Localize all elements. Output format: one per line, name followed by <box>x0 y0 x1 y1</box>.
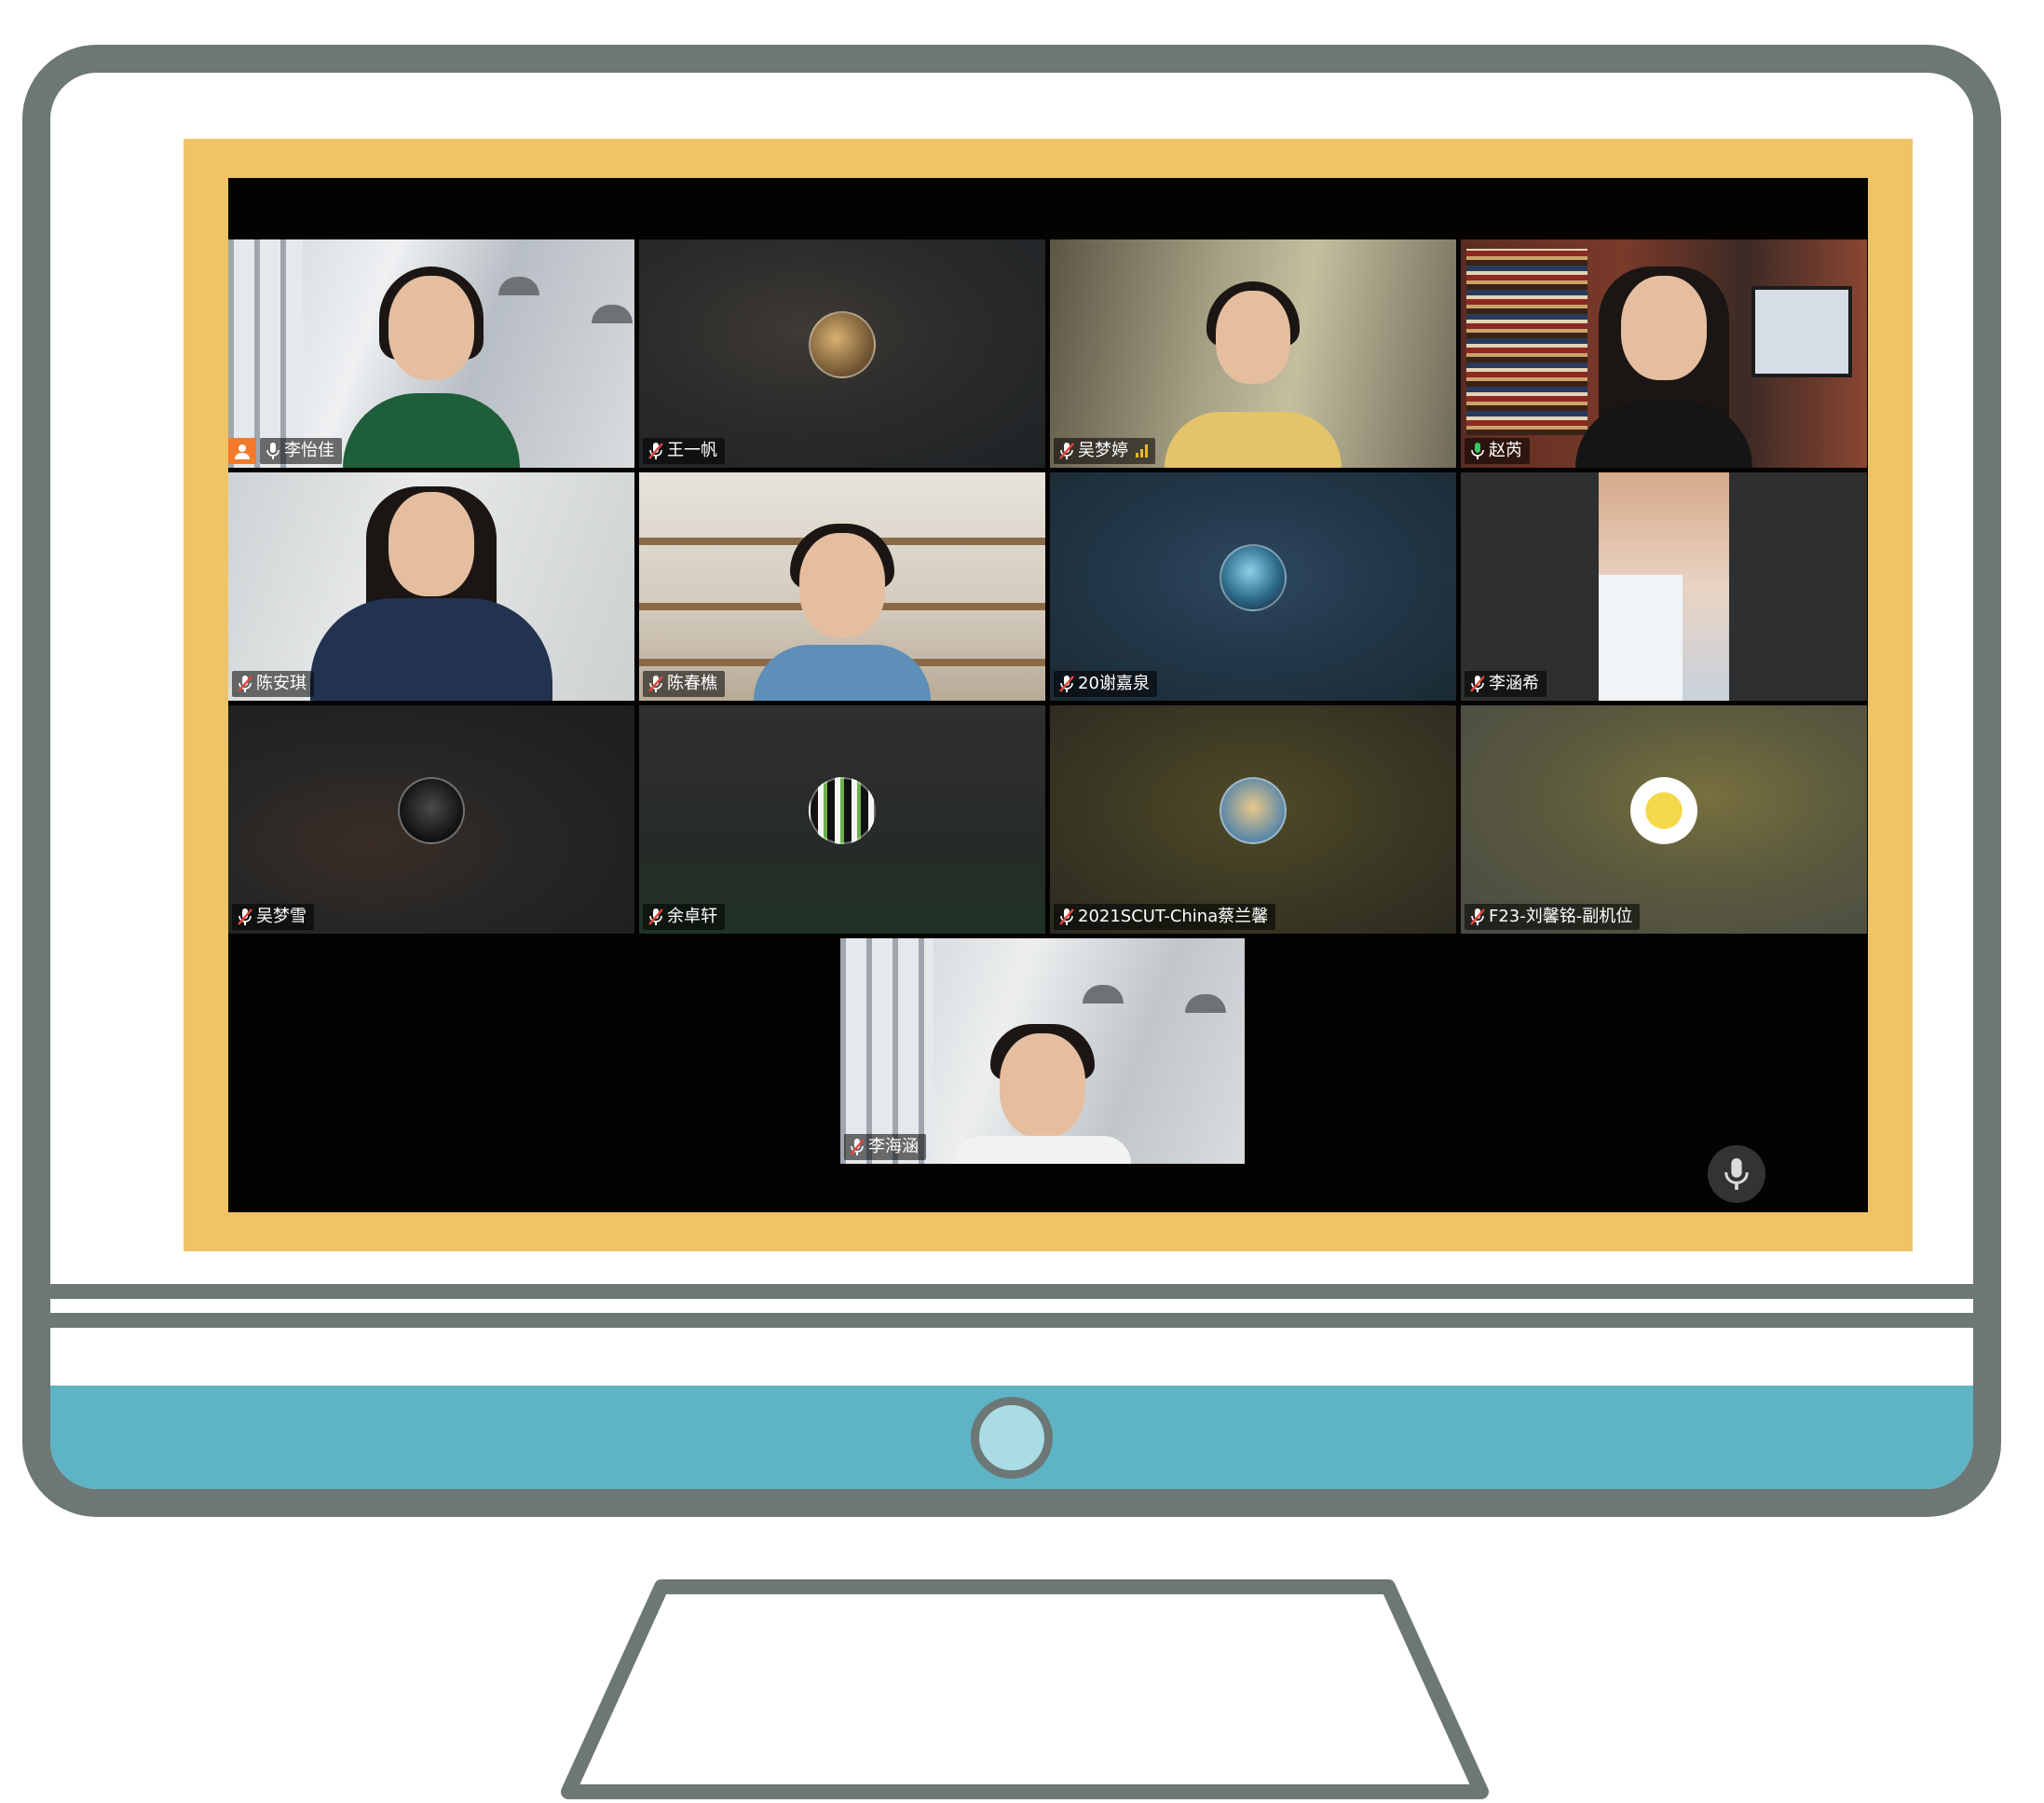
participant-tile-active-speaker[interactable]: 赵芮 <box>1461 239 1867 468</box>
participant-tile[interactable]: 吴梦雪 <box>228 705 634 934</box>
microphone-icon <box>266 443 279 459</box>
participant-name: 20谢嘉泉 <box>1078 674 1150 693</box>
microphone-muted-icon <box>850 1139 865 1155</box>
participant-video <box>754 486 931 701</box>
participant-tile[interactable]: 王一帆 <box>639 239 1045 468</box>
participant-name-label: 赵芮 <box>1465 438 1530 464</box>
participant-tile[interactable]: F23-刘馨铭-副机位 <box>1461 705 1867 934</box>
participant-tile[interactable]: 陈春樵 <box>639 472 1045 701</box>
bookshelf <box>1466 249 1588 435</box>
monitor-stand <box>561 1579 1489 1799</box>
participant-video <box>1599 575 1683 701</box>
participant-name-label: 李海涵 <box>844 1134 926 1160</box>
participant-name: 李怡佳 <box>284 441 334 460</box>
participant-video <box>310 486 552 701</box>
microphone-muted-icon <box>238 908 252 925</box>
avatar <box>398 776 465 844</box>
participant-name-label: 20谢嘉泉 <box>1054 671 1157 697</box>
participant-name: 吴梦婷 <box>1078 441 1128 460</box>
participant-video <box>1575 253 1752 468</box>
host-icon <box>228 438 256 464</box>
participant-name: 李涵希 <box>1489 674 1539 693</box>
participant-name-label: 王一帆 <box>643 438 725 464</box>
participant-name-label: 李怡佳 <box>260 438 342 464</box>
wall-monitor <box>1751 286 1852 377</box>
microphone-muted-icon <box>648 908 663 925</box>
participant-name: 余卓轩 <box>667 907 717 926</box>
microphone-muted-icon <box>648 676 663 692</box>
participant-tile[interactable]: 陈安琪 <box>228 472 634 701</box>
avatar <box>1220 543 1287 611</box>
participant-name: 陈春樵 <box>667 674 717 693</box>
participant-video <box>343 253 520 468</box>
avatar <box>1220 776 1287 844</box>
participant-tile[interactable]: 李涵希 <box>1461 472 1867 701</box>
participant-name: 陈安琪 <box>256 674 307 693</box>
gallery-grid: 李怡佳 王一帆 吴梦婷 赵芮 陈安琪 陈春樵 20谢嘉泉 李涵希 吴梦雪 余卓轩… <box>228 239 1868 934</box>
microphone-muted-icon <box>238 676 252 692</box>
microphone-muted-icon <box>1059 676 1074 692</box>
microphone-muted-icon <box>648 443 663 459</box>
participant-tile[interactable]: 李怡佳 <box>228 239 634 468</box>
participant-tile[interactable]: 2021SCUT-China蔡兰馨 <box>1050 705 1456 934</box>
monitor-frame: 李怡佳 王一帆 吴梦婷 赵芮 陈安琪 陈春樵 20谢嘉泉 李涵希 吴梦雪 余卓轩… <box>22 45 2001 1517</box>
microphone-muted-icon <box>1059 443 1074 459</box>
power-button-icon <box>971 1396 1053 1479</box>
screen-border: 李怡佳 王一帆 吴梦婷 赵芮 陈安琪 陈春樵 20谢嘉泉 李涵希 吴梦雪 余卓轩… <box>184 139 1913 1251</box>
participant-name: F23-刘馨铭-副机位 <box>1489 907 1633 926</box>
participant-name-label: 吴梦婷 <box>1054 438 1155 464</box>
participant-video <box>1165 253 1342 468</box>
participant-tile[interactable]: 20谢嘉泉 <box>1050 472 1456 701</box>
participant-name-label: 余卓轩 <box>643 904 725 930</box>
participant-name: 吴梦雪 <box>256 907 307 926</box>
signal-strength-icon <box>1136 444 1148 458</box>
mic-toggle-icon <box>1724 1158 1749 1190</box>
participant-name-label: 陈安琪 <box>232 671 314 697</box>
microphone-muted-icon <box>1059 908 1074 925</box>
video-meeting-screen: 李怡佳 王一帆 吴梦婷 赵芮 陈安琪 陈春樵 20谢嘉泉 李涵希 吴梦雪 余卓轩… <box>228 178 1868 1212</box>
participant-name: 2021SCUT-China蔡兰馨 <box>1078 907 1269 926</box>
participant-name-label: 2021SCUT-China蔡兰馨 <box>1054 904 1276 930</box>
avatar <box>809 310 876 378</box>
avatar <box>1630 776 1697 844</box>
monitor-chin <box>50 1386 1973 1489</box>
participant-name: 王一帆 <box>667 441 717 460</box>
window-blinds <box>840 938 933 1164</box>
self-view-tile[interactable]: 李海涵 <box>840 938 1245 1164</box>
microphone-icon <box>1471 443 1484 459</box>
participant-name-label: F23-刘馨铭-副机位 <box>1465 904 1641 930</box>
avatar <box>809 776 876 844</box>
microphone-muted-icon <box>1470 908 1485 925</box>
participant-name: 赵芮 <box>1489 441 1522 460</box>
participant-name-label: 吴梦雪 <box>232 904 314 930</box>
participant-tile[interactable]: 余卓轩 <box>639 705 1045 934</box>
participant-name-label: 陈春樵 <box>643 671 725 697</box>
window-blinds <box>228 239 303 468</box>
participant-tile[interactable]: 吴梦婷 <box>1050 239 1456 468</box>
participant-name-label: 李涵希 <box>1465 671 1547 697</box>
participant-video <box>954 949 1131 1164</box>
microphone-muted-icon <box>1470 676 1485 692</box>
bezel-divider <box>50 1284 1973 1299</box>
bezel-divider <box>50 1313 1973 1328</box>
participant-name: 李海涵 <box>868 1137 919 1156</box>
mic-toggle-button[interactable] <box>1708 1145 1765 1203</box>
